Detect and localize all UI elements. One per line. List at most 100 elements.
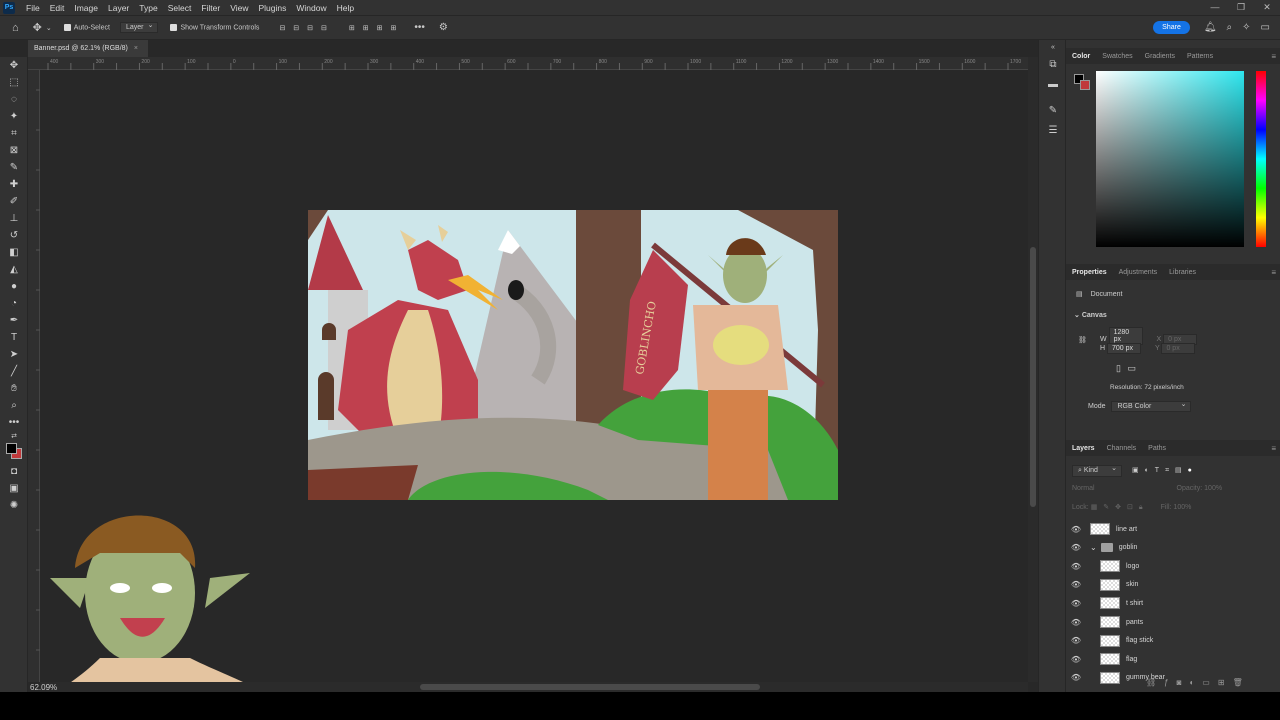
menu-type[interactable]: Type	[134, 3, 162, 13]
screen-mode-icon[interactable]: ▣	[0, 480, 28, 497]
tab-libraries[interactable]: Libraries	[1163, 269, 1202, 276]
visibility-eye-icon[interactable]: 👁︎	[1066, 580, 1086, 589]
landscape-orientation-icon[interactable]: ▭	[1127, 363, 1136, 373]
menu-plugins[interactable]: Plugins	[253, 3, 291, 13]
opacity-input[interactable]: 100%	[1204, 485, 1222, 492]
zoom-tool-icon[interactable]: ⌕	[0, 397, 28, 414]
comments-icon[interactable]: ▬	[1039, 74, 1067, 94]
menu-image[interactable]: Image	[69, 3, 103, 13]
hand-tool-icon[interactable]: ✋︎	[0, 380, 28, 397]
color-background-swatch[interactable]	[1080, 80, 1090, 90]
filter-toggle-icon[interactable]: ●	[1188, 467, 1192, 474]
mode-dropdown[interactable]: RGB Color	[1111, 400, 1192, 412]
color-picker-field[interactable]	[1096, 71, 1244, 247]
horizontal-scroll-thumb[interactable]	[420, 684, 760, 690]
discover-icon[interactable]: ✧	[1242, 22, 1250, 33]
document-canvas[interactable]: GOBLINCHO	[308, 210, 838, 500]
tab-layers[interactable]: Layers	[1066, 445, 1101, 452]
new-layer-icon[interactable]: ⊞	[1218, 678, 1233, 687]
color-swatches[interactable]	[0, 441, 28, 463]
group-chevron-icon[interactable]: ⌄	[1090, 543, 1097, 552]
type-tool-icon[interactable]: T	[0, 329, 28, 346]
distribute-buttons[interactable]: ⊞⊞⊞⊞	[349, 24, 404, 32]
share-button[interactable]: Share	[1153, 21, 1190, 34]
gear-icon[interactable]: ⚙	[439, 22, 448, 33]
layer-row[interactable]: 👁︎ pants	[1066, 613, 1280, 631]
close-button[interactable]: ✕	[1254, 0, 1280, 15]
fill-input[interactable]: 100%	[1173, 504, 1191, 511]
auto-select-checkbox[interactable]: Auto-Select	[63, 23, 110, 31]
minimize-button[interactable]: —	[1202, 0, 1228, 15]
tab-patterns[interactable]: Patterns	[1181, 53, 1219, 60]
history-brush-tool-icon[interactable]: ↺	[0, 227, 28, 244]
tab-paths[interactable]: Paths	[1142, 445, 1172, 452]
lasso-tool-icon[interactable]: ◌	[0, 91, 28, 108]
adjustment-layer-icon[interactable]: ◐	[1189, 678, 1202, 687]
tab-swatches[interactable]: Swatches	[1096, 53, 1138, 60]
menu-file[interactable]: File	[21, 3, 45, 13]
tab-adjustments[interactable]: Adjustments	[1113, 269, 1164, 276]
new-group-icon[interactable]: ▭	[1202, 678, 1218, 687]
visibility-eye-icon[interactable]: 👁︎	[1066, 636, 1086, 645]
artboard-tool-icon[interactable]: ⬚	[0, 74, 28, 91]
path-selection-tool-icon[interactable]: ➤	[0, 346, 28, 363]
canvas-workspace[interactable]: GOBLINCHO	[40, 70, 1028, 692]
visibility-eye-icon[interactable]: 👁︎	[1066, 655, 1086, 664]
edit-toolbar-icon[interactable]: •••	[0, 414, 28, 431]
y-input[interactable]: 0 px	[1161, 343, 1196, 354]
layer-row[interactable]: 👁︎ logo	[1066, 557, 1280, 575]
layer-row[interactable]: 👁︎ flag	[1066, 650, 1280, 668]
move-tool-icon[interactable]: ✥	[33, 21, 42, 34]
magic-wand-tool-icon[interactable]: ✦	[0, 108, 28, 125]
layer-filter-icons[interactable]: ▣◐T⌗▤	[1132, 467, 1188, 474]
notification-bell-icon[interactable]: 🔔︎	[1204, 22, 1217, 33]
crop-tool-icon[interactable]: ⌗	[0, 125, 28, 142]
menu-select[interactable]: Select	[163, 3, 197, 13]
collapse-panels-icon[interactable]: «	[1039, 40, 1067, 54]
eyedropper-tool-icon[interactable]: ✎	[0, 159, 28, 176]
horizontal-scrollbar[interactable]	[40, 682, 1028, 692]
tab-color[interactable]: Color	[1066, 53, 1096, 60]
visibility-eye-icon[interactable]: 👁︎	[1066, 543, 1086, 552]
history-icon[interactable]: ⧉	[1039, 54, 1067, 74]
menu-filter[interactable]: Filter	[196, 3, 225, 13]
visibility-eye-icon[interactable]: 👁︎	[1066, 562, 1086, 571]
blend-mode-dropdown[interactable]: Normal	[1072, 485, 1095, 492]
visibility-eye-icon[interactable]: 👁︎	[1066, 525, 1086, 534]
swap-colors-icon[interactable]: ⇄	[0, 431, 28, 441]
delete-layer-icon[interactable]: 🗑︎	[1233, 678, 1251, 687]
panel-menu-icon[interactable]: ≡	[1271, 444, 1276, 453]
layer-row[interactable]: 👁︎ t shirt	[1066, 594, 1280, 612]
fx-icon[interactable]: ƒ	[1164, 678, 1176, 687]
clone-stamp-tool-icon[interactable]: ⊥	[0, 210, 28, 227]
dodge-tool-icon[interactable]: ◔	[0, 295, 28, 312]
layer-row[interactable]: 👁︎ line art	[1066, 520, 1280, 538]
move-tool-icon[interactable]: ✥	[0, 57, 28, 74]
paint-bucket-tool-icon[interactable]: ◭	[0, 261, 28, 278]
brush-tool-icon[interactable]: ✐	[0, 193, 28, 210]
show-transform-checkbox[interactable]: Show Transform Controls	[170, 23, 259, 31]
menu-layer[interactable]: Layer	[103, 3, 134, 13]
add-mask-icon[interactable]: ◙	[1177, 678, 1190, 687]
search-icon[interactable]: ⌕	[1227, 22, 1233, 33]
healing-brush-tool-icon[interactable]: ✚	[0, 176, 28, 193]
brush-settings-icon[interactable]: ✎	[1039, 100, 1067, 120]
vertical-scrollbar[interactable]	[1028, 57, 1038, 682]
menu-edit[interactable]: Edit	[45, 3, 70, 13]
visibility-eye-icon[interactable]: 👁︎	[1066, 673, 1086, 682]
adjustments-icon[interactable]: ☰	[1039, 120, 1067, 140]
align-buttons[interactable]: ⊟⊟⊟⊟	[279, 24, 334, 32]
visibility-eye-icon[interactable]: 👁︎	[1066, 599, 1086, 608]
portrait-orientation-icon[interactable]: ▯	[1116, 363, 1121, 373]
layer-kind-dropdown[interactable]: ⌕ Kind	[1072, 464, 1122, 477]
generative-icon[interactable]: ✺	[0, 497, 28, 514]
panel-menu-icon[interactable]: ≡	[1271, 52, 1276, 61]
blur-tool-icon[interactable]: ●	[0, 278, 28, 295]
layer-row[interactable]: 👁︎ skin	[1066, 576, 1280, 594]
layer-group-row[interactable]: 👁︎ ⌄ goblin	[1066, 539, 1280, 557]
hue-slider[interactable]	[1256, 71, 1266, 247]
menu-window[interactable]: Window	[291, 3, 331, 13]
close-tab-icon[interactable]: ×	[134, 45, 138, 52]
workspace-icon[interactable]: ▭	[1261, 22, 1270, 33]
panel-menu-icon[interactable]: ≡	[1271, 268, 1276, 277]
